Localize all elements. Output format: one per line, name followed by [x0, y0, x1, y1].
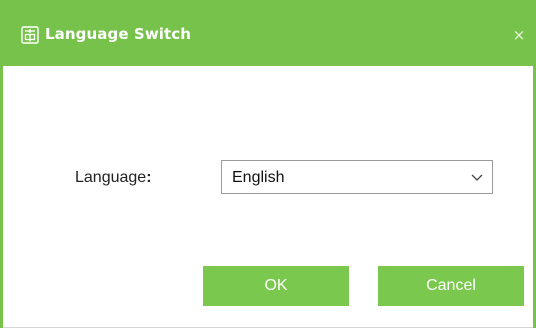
cancel-button[interactable]: Cancel	[378, 266, 524, 306]
language-label-colon: :	[146, 169, 152, 186]
dialog-titlebar: Language Switch ×	[3, 0, 533, 66]
language-select[interactable]: English	[221, 160, 493, 194]
language-label-text: Language	[75, 169, 147, 186]
language-label: Language:	[75, 169, 152, 187]
language-select-value: English	[232, 169, 285, 186]
language-switch-icon	[21, 26, 39, 44]
ok-button[interactable]: OK	[203, 266, 349, 306]
close-button[interactable]: ×	[509, 25, 529, 45]
language-switch-dialog: Language Switch × Language: English OK C…	[0, 0, 536, 328]
chevron-down-icon	[471, 174, 483, 181]
dialog-title: Language Switch	[45, 25, 192, 43]
